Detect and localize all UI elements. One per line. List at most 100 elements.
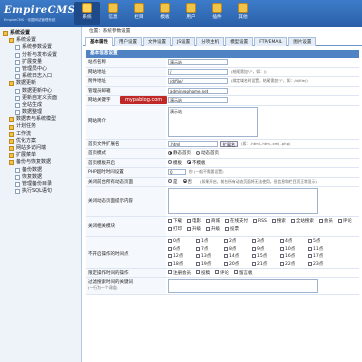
checkbox-option[interactable]: RSS bbox=[253, 218, 267, 225]
checkbox-option[interactable]: 21点 bbox=[252, 261, 275, 267]
index-mode-options: 静态首页 动态首页 bbox=[166, 148, 359, 159]
checkbox-option[interactable]: 2点 bbox=[224, 238, 247, 244]
tab-3[interactable]: JS设置 bbox=[172, 37, 196, 46]
tree-item[interactable]: 恢复数据 bbox=[3, 174, 78, 181]
tree-item[interactable]: 分析与发布设置 bbox=[3, 52, 78, 59]
checkbox-option[interactable]: 电影 bbox=[187, 218, 201, 225]
checkbox-option[interactable]: 15点 bbox=[252, 253, 275, 259]
php-timeout-label: PHP超时时间设置 bbox=[86, 167, 166, 178]
description-textarea[interactable]: 演示站 bbox=[168, 106, 258, 137]
tab-0[interactable]: 基本属性 bbox=[85, 37, 113, 46]
checkbox-option[interactable]: 搜索 bbox=[271, 218, 286, 225]
checkbox-option[interactable]: 投稿 bbox=[196, 270, 210, 276]
checkbox-option[interactable]: 3点 bbox=[252, 238, 275, 244]
index-ext-input[interactable]: .html bbox=[168, 140, 218, 147]
checkbox-option[interactable]: 18点 bbox=[168, 261, 191, 267]
tree-item[interactable]: 执行SQL语句 bbox=[3, 188, 78, 195]
tree-item[interactable]: 数据表与系统模型 bbox=[3, 116, 78, 123]
radio-icon bbox=[196, 150, 200, 155]
tab-2[interactable]: 文件设置 bbox=[143, 37, 171, 46]
checkbox-option[interactable]: 9点 bbox=[252, 246, 275, 252]
tree-item[interactable]: 备份与恢复数据 bbox=[3, 159, 78, 166]
site-url-input[interactable]: / bbox=[168, 68, 228, 75]
tree-item[interactable]: 数据更新中心 bbox=[3, 88, 78, 95]
radio-option[interactable]: 不模板 bbox=[187, 160, 206, 166]
checkbox-option[interactable]: 11点 bbox=[308, 246, 331, 252]
tab-1[interactable]: 用户设置 bbox=[114, 37, 142, 46]
folder-icon bbox=[9, 146, 14, 152]
checkbox-option[interactable]: 会员 bbox=[318, 218, 333, 225]
checkbox-option[interactable]: 升级 bbox=[206, 226, 220, 233]
checkbox-option[interactable]: 投票 bbox=[225, 226, 239, 233]
document-icon bbox=[15, 174, 20, 180]
tree-item[interactable]: 系统参数设置 bbox=[3, 44, 78, 51]
checkbox-option[interactable]: 打印 bbox=[168, 226, 182, 233]
checkbox-option[interactable]: 23点 bbox=[308, 261, 331, 267]
tab-6[interactable]: FTP/EMAIL bbox=[254, 37, 288, 46]
checkbox-option[interactable]: 16点 bbox=[280, 253, 303, 259]
checkbox-option[interactable]: 20点 bbox=[224, 261, 247, 267]
checkbox-option[interactable]: 22点 bbox=[280, 261, 303, 267]
checkbox-option[interactable]: 升级 bbox=[187, 226, 201, 233]
checkbox-option[interactable]: 10点 bbox=[280, 246, 303, 252]
tree-item[interactable]: 扩展变量 bbox=[3, 59, 78, 66]
checkbox-option[interactable]: 商城 bbox=[206, 218, 220, 225]
checkbox-option[interactable]: 全站搜索 bbox=[290, 218, 314, 225]
nav-item-2[interactable]: 栏目 bbox=[126, 2, 152, 25]
checkbox-option[interactable]: 6点 bbox=[168, 246, 191, 252]
radio-option[interactable]: 静态首页 bbox=[168, 150, 191, 156]
nav-item-3[interactable]: 模板 bbox=[152, 2, 178, 25]
checkbox-label: 升级 bbox=[192, 227, 201, 232]
tab-7[interactable]: 图片设置 bbox=[288, 37, 317, 46]
disallow-words-textarea[interactable] bbox=[168, 279, 318, 293]
checkbox-option[interactable]: 17点 bbox=[308, 253, 331, 259]
checkbox-option[interactable]: 5点 bbox=[308, 238, 331, 244]
radio-option[interactable]: 是 bbox=[168, 179, 178, 185]
tree-item[interactable]: 工作流 bbox=[3, 131, 78, 138]
attach-url-input[interactable]: /d/file/ bbox=[168, 78, 228, 84]
nav-item-6[interactable]: 其他 bbox=[230, 2, 256, 25]
site-name-input[interactable]: 演示站 bbox=[168, 59, 228, 65]
radio-option[interactable]: 模板 bbox=[168, 160, 182, 166]
tree-item[interactable]: 系统设置 bbox=[3, 30, 78, 37]
tree-item[interactable]: 备份数据 bbox=[3, 167, 78, 174]
checkbox-option[interactable]: 留言板 bbox=[234, 270, 253, 276]
close-tip-textarea[interactable] bbox=[168, 188, 318, 214]
checkbox-option[interactable]: 14点 bbox=[224, 253, 247, 259]
tree-item[interactable]: 系统日志入口 bbox=[3, 73, 78, 80]
tab-5[interactable]: 模型设置 bbox=[225, 37, 254, 46]
checkbox-option[interactable]: 13点 bbox=[196, 253, 219, 259]
radio-option[interactable]: 否 bbox=[182, 179, 193, 185]
nav-item-1[interactable]: 信息 bbox=[100, 2, 126, 25]
keywords-input[interactable]: 演示站 bbox=[168, 97, 228, 103]
radio-label: 否 bbox=[187, 179, 193, 185]
nav-item-5[interactable]: 插件 bbox=[204, 2, 230, 25]
nav-item-0[interactable]: 系统 bbox=[74, 2, 100, 25]
php-timeout-input[interactable]: 0 bbox=[168, 169, 186, 175]
checkbox-option[interactable]: 8点 bbox=[224, 246, 247, 252]
admin-email-input[interactable]: admin@phome.net bbox=[168, 87, 228, 94]
radio-option[interactable]: 动态首页 bbox=[196, 150, 219, 156]
tree-item[interactable]: 全站生成 bbox=[3, 102, 78, 109]
tree-item[interactable]: 数据更新 bbox=[3, 80, 78, 87]
nav-item-4[interactable]: 用户 bbox=[178, 2, 204, 25]
tab-4[interactable]: 分项主机 bbox=[196, 37, 225, 46]
ext-select-button[interactable]: 扩展名 bbox=[220, 140, 238, 147]
checkbox-option[interactable]: 1点 bbox=[196, 238, 219, 244]
tree-item[interactable]: 网站多访问端 bbox=[3, 145, 78, 152]
checkbox-option[interactable]: 在线支付 bbox=[225, 218, 248, 225]
tree-item[interactable]: 更新自定义页面 bbox=[3, 95, 78, 102]
checkbox-option[interactable]: 7点 bbox=[196, 246, 219, 252]
checkbox-option[interactable]: 注册会员 bbox=[168, 270, 191, 276]
checkbox-option[interactable]: 4点 bbox=[280, 238, 303, 244]
checkbox-icon bbox=[206, 226, 210, 231]
checkbox-option[interactable]: 12点 bbox=[168, 253, 191, 259]
checkbox-option[interactable]: 评论 bbox=[215, 270, 229, 276]
checkbox-option[interactable]: 评论 bbox=[337, 218, 352, 225]
tree-item[interactable]: 计划任务 bbox=[3, 123, 78, 130]
checkbox-option[interactable]: 19点 bbox=[196, 261, 219, 267]
tree-item[interactable]: 优化方案 bbox=[3, 138, 78, 145]
checkbox-label: 2点 bbox=[229, 239, 237, 244]
checkbox-option[interactable]: 0点 bbox=[168, 238, 191, 244]
checkbox-option[interactable]: 下载 bbox=[168, 218, 182, 225]
